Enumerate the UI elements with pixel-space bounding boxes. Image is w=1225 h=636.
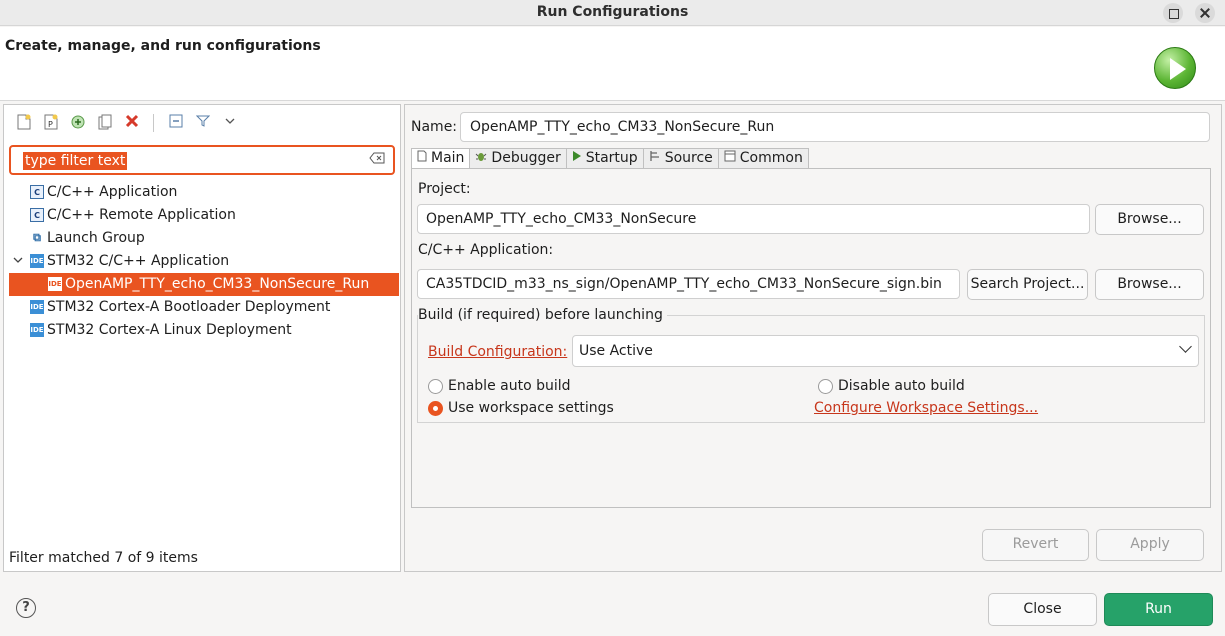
source-icon (649, 149, 661, 168)
chevron-down-icon[interactable] (220, 114, 239, 132)
duplicate-icon[interactable] (95, 114, 114, 132)
play-icon (572, 149, 582, 168)
use-workspace-settings-label: Use workspace settings (448, 400, 614, 416)
build-configuration-value: Use Active (579, 343, 653, 359)
filter-placeholder-text: type filter text (23, 152, 128, 170)
build-group-title: Build (if required) before launching (418, 307, 667, 323)
main-tab-icon (417, 149, 427, 168)
filter-status: Filter matched 7 of 9 items (9, 550, 198, 566)
tree-item-c-cpp-application[interactable]: C C/C++ Application (9, 181, 399, 204)
configure-workspace-link[interactable]: Configure Workspace Settings... (814, 400, 1038, 416)
filter-icon[interactable] (193, 114, 212, 132)
run-banner-icon (1154, 47, 1196, 89)
bug-icon (475, 149, 487, 168)
tab-common[interactable]: Common (718, 148, 809, 169)
launch-group-icon: ⧉ (33, 231, 41, 244)
collapse-all-icon[interactable] (166, 114, 185, 132)
new-config-icon[interactable] (14, 114, 33, 132)
build-configuration-link[interactable]: Build Configuration: (428, 344, 567, 360)
help-icon[interactable]: ? (16, 598, 36, 618)
tree-item-label: OpenAMP_TTY_echo_CM33_NonSecure_Run (65, 276, 370, 292)
title-bar: Run Configurations (0, 0, 1225, 26)
toolbar-separator (153, 114, 154, 132)
tab-debugger[interactable]: Debugger (470, 148, 567, 169)
chevron-down-icon[interactable] (11, 250, 25, 273)
common-icon (724, 149, 736, 168)
tab-label: Startup (585, 150, 638, 166)
c-app-icon: C (30, 185, 44, 199)
tree-item-openamp-run[interactable]: IDE OpenAMP_TTY_echo_CM33_NonSecure_Run (9, 273, 399, 296)
c-app-icon: C (30, 208, 44, 222)
close-window-button[interactable] (1195, 3, 1215, 23)
configuration-tree: C C/C++ Application C C/C++ Remote Appli… (9, 181, 399, 342)
apply-button[interactable]: Apply (1096, 529, 1204, 561)
application-browse-button[interactable]: Browse... (1095, 269, 1204, 300)
configuration-editor-panel: Name: OpenAMP_TTY_echo_CM33_NonSecure_Ru… (404, 104, 1222, 572)
tab-source[interactable]: Source (643, 148, 719, 169)
list-toolbar: P (14, 113, 239, 133)
export-config-icon[interactable] (68, 114, 87, 132)
project-browse-button[interactable]: Browse... (1095, 204, 1204, 235)
tab-main[interactable]: Main (411, 148, 471, 169)
build-configuration-select[interactable]: Use Active (572, 335, 1199, 367)
tree-item-label: STM32 C/C++ Application (47, 253, 230, 269)
chevron-down-icon (1179, 340, 1192, 353)
ide-icon: IDE (30, 300, 44, 314)
dialog-header: Create, manage, and run configurations (0, 27, 1225, 101)
disable-auto-build-label: Disable auto build (838, 378, 965, 394)
close-button[interactable]: Close (988, 593, 1097, 626)
run-button[interactable]: Run (1104, 593, 1213, 626)
tab-label: Common (739, 150, 803, 166)
tree-item-label: Launch Group (47, 230, 145, 246)
tree-item-stm32-cpp-application[interactable]: IDE STM32 C/C++ Application (9, 250, 399, 273)
enable-auto-build-label: Enable auto build (448, 378, 571, 394)
tree-item-label: C/C++ Application (47, 184, 178, 200)
revert-button[interactable]: Revert (982, 529, 1089, 561)
application-field[interactable]: CA35TDCID_m33_ns_sign/OpenAMP_TTY_echo_C… (417, 269, 960, 299)
tab-label: Main (431, 150, 465, 166)
maximize-button[interactable] (1163, 3, 1183, 23)
tree-item-label: STM32 Cortex-A Linux Deployment (47, 322, 292, 338)
window-title: Run Configurations (536, 4, 689, 20)
ide-icon: IDE (30, 323, 44, 337)
delete-icon[interactable] (122, 114, 141, 132)
use-workspace-settings-radio[interactable] (428, 401, 443, 416)
tree-item-launch-group[interactable]: ⧉ Launch Group (9, 227, 399, 250)
dialog-subtitle: Create, manage, and run configurations (5, 38, 321, 54)
disable-auto-build-radio[interactable] (818, 379, 833, 394)
tab-startup[interactable]: Startup (566, 148, 644, 169)
configuration-list-panel: P type filter text C C/C++ Application C… (3, 104, 401, 572)
name-label: Name: (411, 119, 458, 135)
clear-filter-icon[interactable] (369, 152, 387, 166)
tree-item-c-cpp-remote-application[interactable]: C C/C++ Remote Application (9, 204, 399, 227)
ide-icon: IDE (30, 254, 44, 268)
config-tabs: Main Debugger Startup Source Common (411, 148, 809, 169)
tree-item-cortex-a-linux[interactable]: IDE STM32 Cortex-A Linux Deployment (9, 319, 399, 342)
svg-text:P: P (48, 120, 53, 129)
tab-label: Source (664, 150, 713, 166)
filter-box[interactable]: type filter text (9, 145, 395, 175)
tree-item-label: C/C++ Remote Application (47, 207, 236, 223)
project-label: Project: (418, 181, 471, 197)
name-field[interactable]: OpenAMP_TTY_echo_CM33_NonSecure_Run (460, 112, 1210, 142)
tree-item-cortex-a-bootloader[interactable]: IDE STM32 Cortex-A Bootloader Deployment (9, 296, 399, 319)
application-label: C/C++ Application: (418, 242, 554, 258)
tab-label: Debugger (491, 150, 561, 166)
project-field[interactable]: OpenAMP_TTY_echo_CM33_NonSecure (417, 204, 1090, 234)
ide-icon: IDE (48, 277, 62, 291)
main-tab-content: Project: OpenAMP_TTY_echo_CM33_NonSecure… (411, 168, 1211, 508)
new-prototype-icon[interactable]: P (41, 114, 60, 132)
tree-item-label: STM32 Cortex-A Bootloader Deployment (47, 299, 331, 315)
enable-auto-build-radio[interactable] (428, 379, 443, 394)
search-project-button[interactable]: Search Project... (967, 269, 1088, 300)
build-group: Build Configuration: Use Active Enable a… (417, 315, 1205, 423)
